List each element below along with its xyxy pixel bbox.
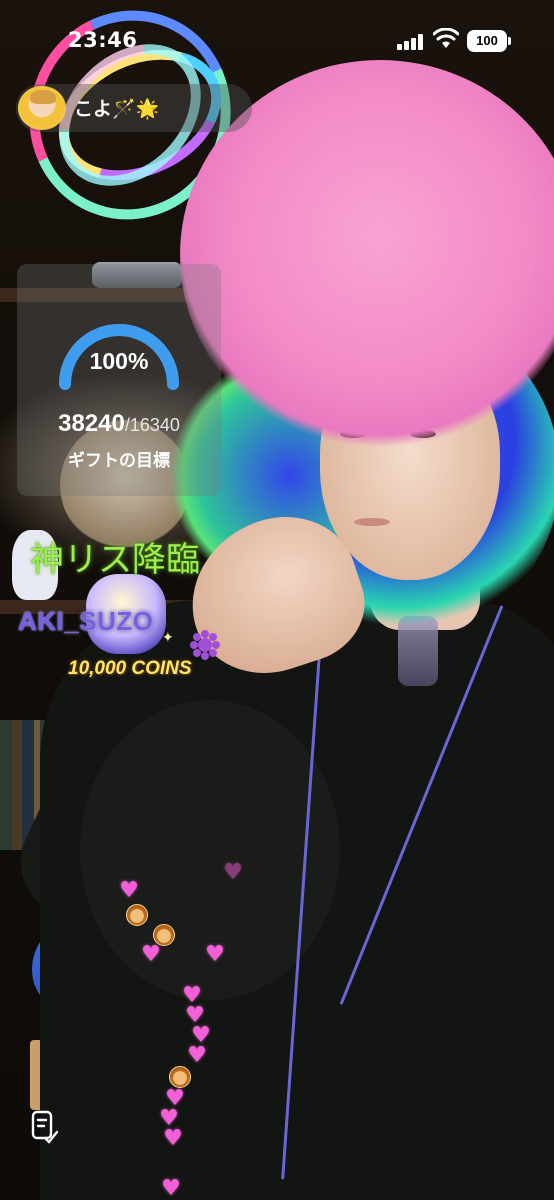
heart-icon: ♥: [119, 878, 139, 903]
notes-icon[interactable]: [31, 1110, 59, 1144]
host-profile-pill[interactable]: こよ🪄🌟: [16, 84, 252, 132]
status-bar: 23:46 100: [0, 0, 554, 82]
heart-icon: ♥: [223, 860, 243, 885]
gift-goal-current: 38240: [58, 410, 125, 437]
gift-goal-card[interactable]: 100% 38240/16340 ギフトの目標: [17, 264, 221, 496]
heart-icon: ♥: [163, 1126, 183, 1151]
gift-banner-title: 神リス降臨: [30, 540, 200, 580]
gift-sender-name: AKI_SUZO: [18, 606, 154, 636]
signal-bars-icon: [397, 34, 425, 50]
gift-goal-label: ギフトの目標: [68, 451, 170, 471]
live-video-background: [0, 0, 554, 1200]
face-emoji-icon: [169, 1066, 191, 1088]
heart-icon: ♥: [187, 1043, 207, 1068]
battery-indicator: 100: [467, 30, 511, 52]
wifi-icon: [433, 28, 459, 48]
status-time: 23:46: [68, 28, 138, 52]
gift-goal-count: 38240/16340: [17, 410, 221, 438]
gift-coin-amount: 10,000 COINS: [68, 658, 192, 679]
mouth: [354, 518, 390, 526]
gift-goal-percent: 100%: [89, 348, 149, 374]
gift-badge-icon: [190, 630, 220, 660]
heart-icon: ♥: [141, 942, 161, 967]
sparkle-icon: ✦: [162, 630, 174, 646]
host-name: こよ🪄🌟: [74, 98, 160, 120]
gift-goal-gauge: [59, 324, 179, 390]
face-emoji-icon: [126, 904, 148, 926]
heart-icon: ♥: [205, 942, 225, 967]
gift-goal-total: /16340: [124, 415, 180, 435]
home-indicator-edge: [0, 1194, 554, 1200]
host-avatar-icon[interactable]: [18, 86, 66, 130]
